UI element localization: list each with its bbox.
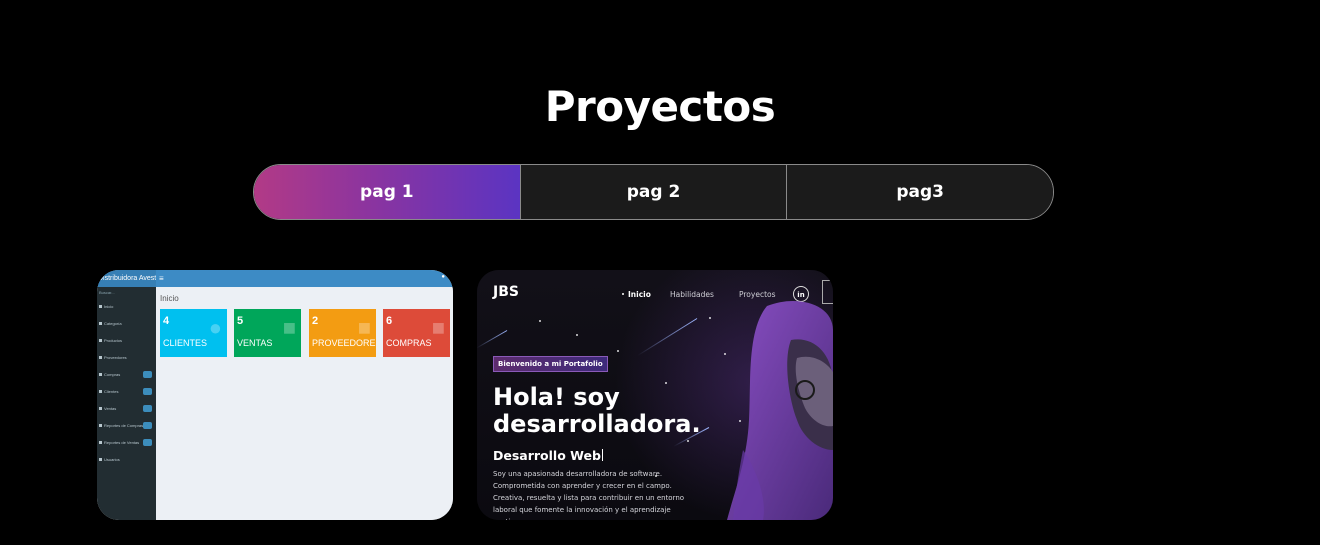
admin-brand: Distribuidora Avestria del Pollo xyxy=(97,270,156,287)
sidebar-item: Reportes de Compras xyxy=(97,417,156,434)
sidebar-item: Inicio xyxy=(97,298,156,315)
portfolio-subtitle: Desarrollo Web xyxy=(493,448,601,463)
sidebar-item: Compras xyxy=(97,366,156,383)
stat-value: 2 xyxy=(312,315,319,327)
sidebar-item: Clientes xyxy=(97,383,156,400)
admin-heading: Inicio xyxy=(160,294,179,303)
portfolio-nav-proyectos: Proyectos xyxy=(739,290,776,299)
section-title: Proyectos xyxy=(544,82,776,131)
project-card-portfolio[interactable]: JBS Inicio Habilidades Proyectos in Bien… xyxy=(477,270,833,520)
user-icon: ● xyxy=(441,274,445,280)
star xyxy=(687,440,689,442)
cart-plus-icon: ■ xyxy=(431,315,445,340)
portfolio-badge: Bienvenido a mi Portafolio xyxy=(493,356,608,372)
sidebar-item: Proveedores xyxy=(97,349,156,366)
portfolio-nav-habilidades: Habilidades xyxy=(670,290,714,299)
project-card-admin[interactable]: Distribuidora Avestria del Pollo ≡ ● Bus… xyxy=(97,270,453,520)
tab-pag-1[interactable]: pag 1 xyxy=(254,165,520,219)
tab-pag-2[interactable]: pag 2 xyxy=(519,165,787,219)
admin-search: Buscar... xyxy=(99,290,115,295)
star xyxy=(617,350,619,352)
headline-line-2: desarrolladora. xyxy=(493,410,701,438)
portfolio-nav-inicio: Inicio xyxy=(622,290,651,299)
star xyxy=(709,317,711,319)
stat-box-proveedores: 2 PROVEEDORES ■ xyxy=(309,309,376,357)
stat-box-ventas: 5 VENTAS ■ xyxy=(234,309,301,357)
cart-icon: ■ xyxy=(282,315,296,340)
stat-box-compras: 6 COMPRAS ■ xyxy=(383,309,450,357)
star xyxy=(724,353,726,355)
portfolio-description: Soy una apasionada desarrolladora de sof… xyxy=(493,470,685,520)
headline-line-1: Hola! soy xyxy=(493,383,620,411)
stat-value: 6 xyxy=(386,315,393,327)
sidebar-item: Productos xyxy=(97,332,156,349)
sidebar-item: Ventas xyxy=(97,400,156,417)
stat-label: VENTAS xyxy=(237,338,273,348)
portfolio-headline: Hola! soy desarrolladora. xyxy=(493,384,743,438)
stat-value: 4 xyxy=(163,315,170,327)
truck-icon: ■ xyxy=(357,315,371,340)
star xyxy=(576,334,578,336)
portfolio-logo: JBS xyxy=(493,284,519,300)
tab-pag-3[interactable]: pag3 xyxy=(786,165,1053,219)
admin-topbar: Distribuidora Avestria del Pollo ≡ ● xyxy=(97,270,453,287)
stat-box-clientes: 4 CLIENTES ● xyxy=(160,309,227,357)
sidebar-item: Categoría xyxy=(97,315,156,332)
star xyxy=(539,320,541,322)
menu-icon: ≡ xyxy=(159,274,164,283)
users-icon: ● xyxy=(208,315,222,340)
sidebar-item: Reportes de Ventas xyxy=(97,434,156,451)
stat-value: 5 xyxy=(237,315,244,327)
admin-main: Inicio 4 CLIENTES ● 5 VENTAS ■ 2 PROVEED… xyxy=(156,287,453,520)
stat-label: COMPRAS xyxy=(386,338,432,348)
sidebar-item: Usuarios xyxy=(97,451,156,468)
stat-label: CLIENTES xyxy=(163,338,208,348)
pagination-tabs: pag 1 pag 2 pag3 xyxy=(253,164,1054,220)
admin-sidebar: Buscar... Inicio Categoría Productos Pro… xyxy=(97,287,156,520)
